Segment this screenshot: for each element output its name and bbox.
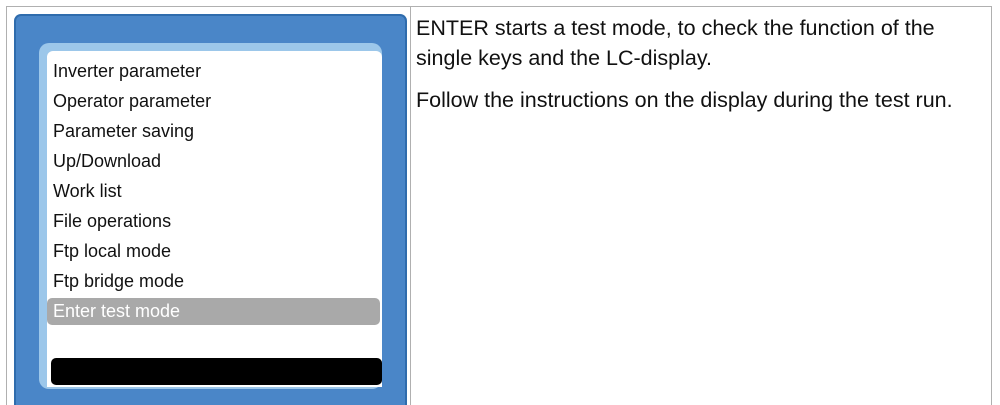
description-paragraph-1: ENTER starts a test mode, to check the f… (416, 16, 935, 70)
menu-item-enter-test-mode[interactable]: Enter test mode (47, 298, 380, 325)
menu-item-operator-parameter[interactable]: Operator parameter (47, 86, 382, 116)
menu-item-work-list[interactable]: Work list (47, 176, 382, 206)
menu-item-ftp-bridge-mode[interactable]: Ftp bridge mode (47, 266, 382, 296)
description-paragraph-2: Follow the instructions on the display d… (416, 88, 953, 112)
menu-item-parameter-saving[interactable]: Parameter saving (47, 116, 382, 146)
menu-item-up-download[interactable]: Up/Download (47, 146, 382, 176)
menu-list: Inverter parameter Operator parameter Pa… (47, 56, 382, 325)
menu-item-inverter-parameter[interactable]: Inverter parameter (47, 56, 382, 86)
menu-item-file-operations[interactable]: File operations (47, 206, 382, 236)
lcd-screen: Inverter parameter Operator parameter Pa… (47, 51, 382, 387)
column-divider (410, 6, 411, 405)
display-status-bar (51, 358, 382, 385)
description-cell: ENTER starts a test mode, to check the f… (416, 13, 990, 127)
menu-item-ftp-local-mode[interactable]: Ftp local mode (47, 236, 382, 266)
